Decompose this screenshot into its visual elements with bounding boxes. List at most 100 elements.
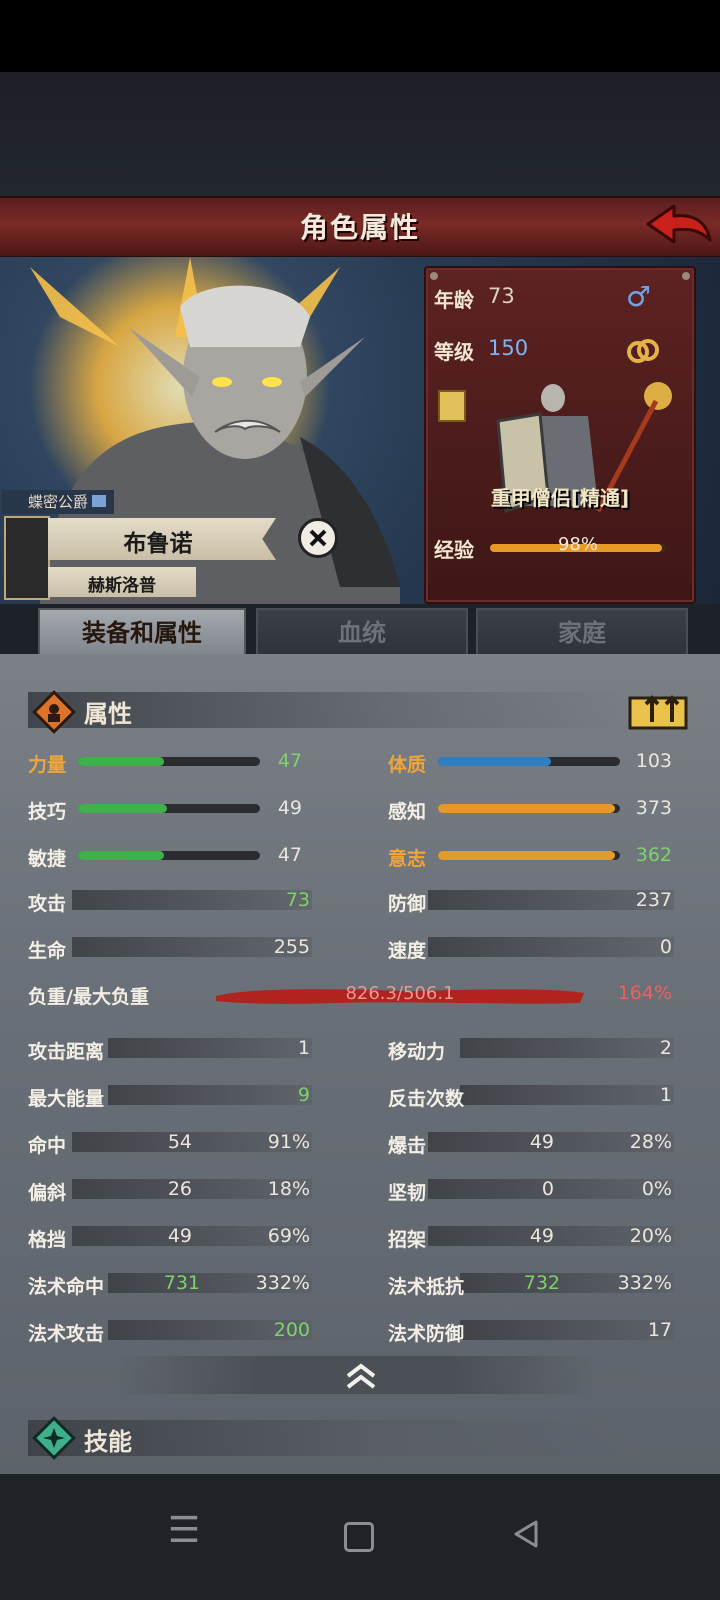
attr-value: 49 <box>277 797 302 819</box>
male-icon: ♂ <box>626 280 652 313</box>
attributes-panel <box>0 654 720 1474</box>
defense-label: 防御 <box>388 893 427 915</box>
tab-equipment[interactable]: 装备和属性 <box>38 608 246 656</box>
attr-bar <box>438 851 620 860</box>
attribute-upgrade-icon[interactable] <box>626 690 690 732</box>
rank-title: 蝶密公爵 <box>28 493 89 511</box>
attack-label: 攻击 <box>28 893 67 915</box>
attr-bar <box>78 804 260 813</box>
crown-icon <box>92 495 107 507</box>
crit-value: 49 <box>529 1131 554 1153</box>
attr-label: 体质 <box>388 754 427 776</box>
family-emblem[interactable] <box>4 516 50 600</box>
square-home-icon[interactable] <box>344 1522 374 1552</box>
hit-label: 命中 <box>28 1135 67 1157</box>
spell-hit-label: 法术命中 <box>28 1276 105 1298</box>
load-percent: 164% <box>617 982 672 1004</box>
class-name: 重甲僧侣[精通] <box>490 486 630 510</box>
close-icon[interactable] <box>298 518 338 558</box>
attr-bar-fill <box>438 804 615 813</box>
parry-value: 49 <box>529 1225 554 1247</box>
class-badge-icon <box>438 390 466 422</box>
speed-label: 速度 <box>388 940 427 962</box>
crit-label: 爆击 <box>388 1135 427 1157</box>
tab-family[interactable]: 家庭 <box>476 608 688 658</box>
status-bar <box>0 0 720 72</box>
crit-percent: 28% <box>629 1131 672 1153</box>
hp-value: 255 <box>273 936 310 958</box>
rivet <box>430 272 438 280</box>
top-backdrop <box>0 72 720 196</box>
spell-defense-label: 法术防御 <box>388 1323 465 1345</box>
deflect-value: 26 <box>167 1178 192 1200</box>
back-arrow-icon[interactable] <box>644 200 714 250</box>
move-value: 2 <box>659 1037 672 1059</box>
attr-value: 47 <box>277 750 302 772</box>
rank-badge: 蝶密公爵 <box>2 490 115 514</box>
range-value: 1 <box>297 1037 310 1059</box>
spell-resist-value: 732 <box>523 1272 560 1294</box>
tough-label: 坚韧 <box>388 1182 427 1204</box>
block-label: 格挡 <box>28 1229 67 1251</box>
spell-resist-percent: 332% <box>617 1272 672 1294</box>
triangle-back-icon[interactable] <box>512 1518 542 1550</box>
block-value: 49 <box>167 1225 192 1247</box>
rivet <box>682 272 690 280</box>
parry-percent: 20% <box>629 1225 672 1247</box>
attack-value: 73 <box>285 889 310 911</box>
level-value: 150 <box>488 336 529 360</box>
counter-label: 反击次数 <box>388 1088 465 1110</box>
block-percent: 69% <box>267 1225 310 1247</box>
load-label: 负重/最大负重 <box>28 986 149 1008</box>
attr-bar-fill <box>438 851 615 860</box>
attr-bar <box>78 851 260 860</box>
attr-value: 362 <box>635 844 672 866</box>
attr-label: 敏捷 <box>28 848 67 870</box>
attr-label: 力量 <box>28 754 67 776</box>
spell-hit-value: 731 <box>163 1272 200 1294</box>
exp-percent: 98% <box>557 534 598 555</box>
exp-label: 经验 <box>434 538 474 562</box>
attr-value: 103 <box>635 750 672 772</box>
attribute-diamond-icon <box>32 690 76 734</box>
spell-hit-percent: 332% <box>255 1272 310 1294</box>
menu-icon[interactable]: ☰ <box>154 1510 214 1551</box>
attr-label: 意志 <box>388 848 427 870</box>
deflect-percent: 18% <box>267 1178 310 1200</box>
tab-bloodline[interactable]: 血统 <box>256 608 468 658</box>
rings-icon[interactable] <box>626 338 660 364</box>
skills-title: 技能 <box>84 1428 132 1456</box>
spell-attack-value: 200 <box>273 1319 310 1341</box>
attr-value: 373 <box>635 797 672 819</box>
hit-value: 54 <box>167 1131 192 1153</box>
spell-defense-value: 17 <box>647 1319 672 1341</box>
attributes-title: 属性 <box>84 700 132 728</box>
tough-percent: 0% <box>641 1178 672 1200</box>
level-label: 等级 <box>434 340 474 364</box>
move-label: 移动力 <box>388 1041 446 1063</box>
parry-label: 招架 <box>388 1229 427 1251</box>
spell-attack-label: 法术攻击 <box>28 1323 105 1345</box>
load-value: 826.3/506.1 <box>345 983 455 1004</box>
attr-bar <box>438 757 620 766</box>
attr-value: 47 <box>277 844 302 866</box>
counter-value: 1 <box>659 1084 672 1106</box>
deflect-label: 偏斜 <box>28 1182 67 1204</box>
attr-label: 感知 <box>388 801 427 823</box>
age-value: 73 <box>488 284 515 308</box>
attr-bar-fill <box>438 757 551 766</box>
skills-diamond-icon <box>32 1416 76 1460</box>
character-info-card: 年龄 73 ♂ 等级 150 重甲僧侣[精通] 经验 98% <box>424 266 696 604</box>
chevron-up-double-icon[interactable] <box>344 1362 378 1390</box>
tough-value: 0 <box>541 1178 554 1200</box>
attr-bar <box>438 804 620 813</box>
energy-value: 9 <box>297 1084 310 1106</box>
family-name: 赫斯洛普 <box>88 576 156 596</box>
spell-resist-label: 法术抵抗 <box>388 1276 465 1298</box>
defense-value: 237 <box>635 889 672 911</box>
energy-label: 最大能量 <box>28 1088 105 1110</box>
attr-bar-fill <box>78 851 164 860</box>
character-name[interactable]: 布鲁诺 <box>48 524 268 558</box>
page-title: 角色属性 <box>299 211 420 244</box>
attr-label: 技巧 <box>28 801 67 823</box>
